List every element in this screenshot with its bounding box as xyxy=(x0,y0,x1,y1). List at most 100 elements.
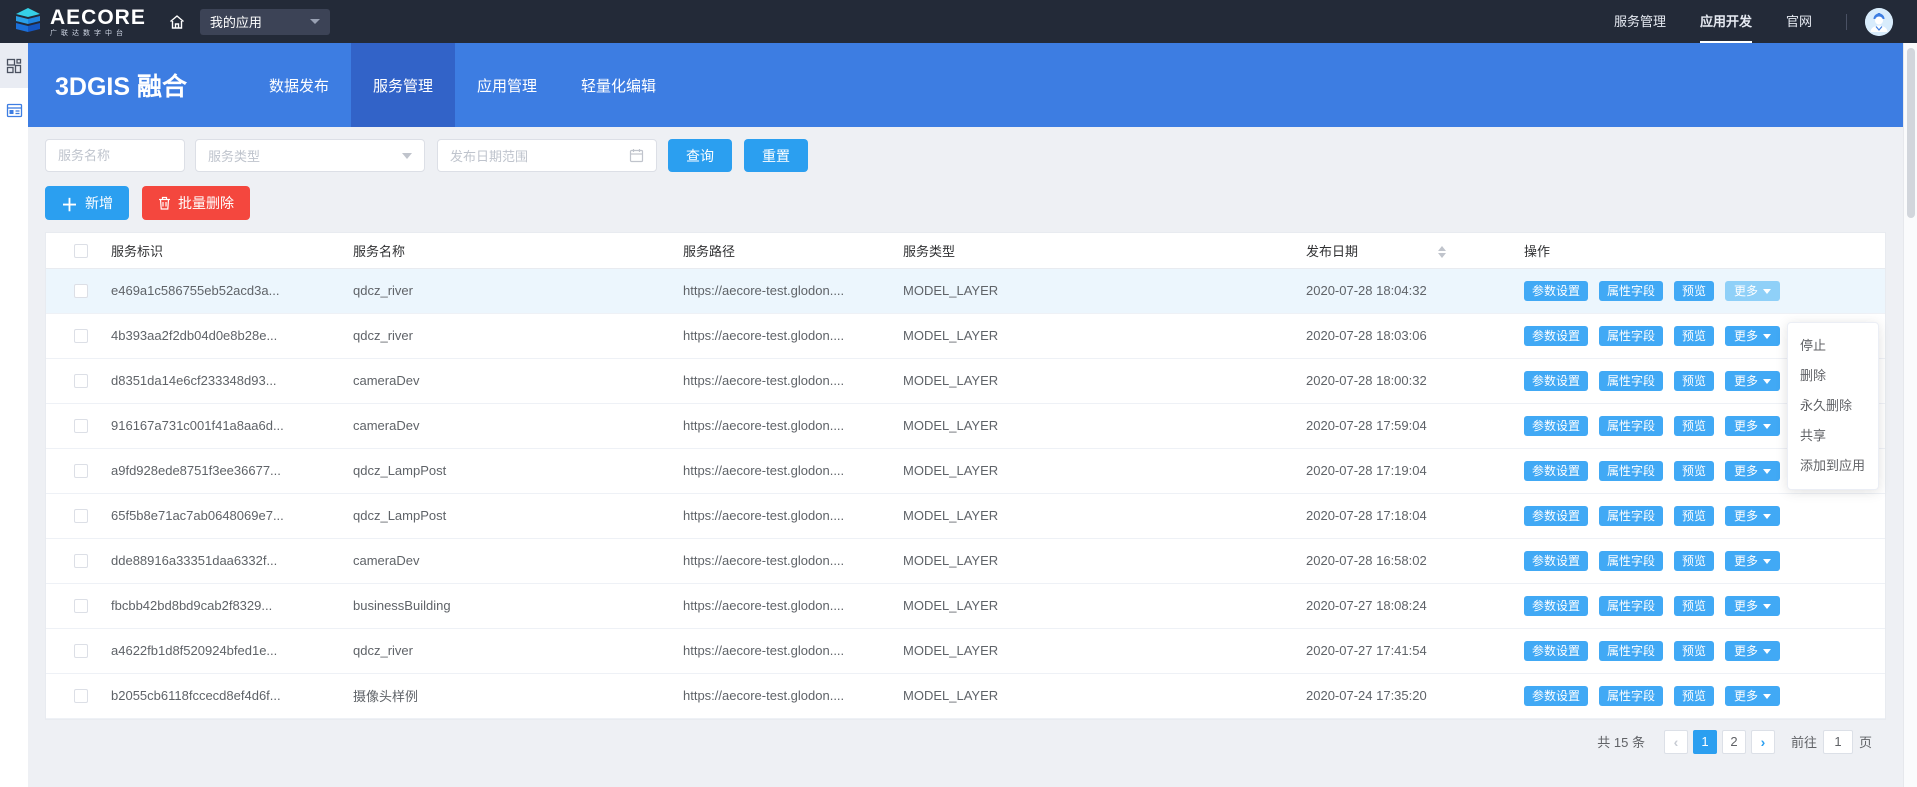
cell-operations: 参数设置属性字段预览更多 xyxy=(1524,538,1885,583)
row-checkbox-cell xyxy=(46,673,111,718)
action-button-2[interactable]: 预览 xyxy=(1674,686,1714,706)
pagination-prev-button[interactable]: ‹ xyxy=(1664,730,1688,754)
more-button[interactable]: 更多 xyxy=(1725,371,1780,391)
action-button-1[interactable]: 属性字段 xyxy=(1599,326,1663,346)
service-name-input[interactable] xyxy=(45,139,185,172)
more-button[interactable]: 更多 xyxy=(1725,686,1780,706)
cell-service-id: 4b393aa2f2db04d0e8b28e... xyxy=(111,313,353,358)
pagination-page-button[interactable]: 1 xyxy=(1693,730,1717,754)
action-button-0[interactable]: 参数设置 xyxy=(1524,686,1588,706)
topnav-item[interactable]: 服务管理 xyxy=(1614,0,1666,43)
row-checkbox[interactable] xyxy=(74,374,88,388)
action-button-2[interactable]: 预览 xyxy=(1674,506,1714,526)
filter-bar: 服务类型 发布日期范围 查询 重置 xyxy=(28,127,1903,172)
menu-item[interactable]: 添加到应用 xyxy=(1788,451,1878,481)
table-row: 4b393aa2f2db04d0e8b28e...qdcz_riverhttps… xyxy=(46,313,1885,358)
row-checkbox[interactable] xyxy=(74,689,88,703)
action-button-2[interactable]: 预览 xyxy=(1674,551,1714,571)
cell-service-id: a9fd928ede8751f3ee36677... xyxy=(111,448,353,493)
more-button[interactable]: 更多 xyxy=(1725,461,1780,481)
row-checkbox[interactable] xyxy=(74,284,88,298)
more-button[interactable]: 更多 xyxy=(1725,551,1780,571)
action-button-1[interactable]: 属性字段 xyxy=(1599,416,1663,436)
cell-operations: 参数设置属性字段预览更多 xyxy=(1524,268,1885,313)
row-checkbox[interactable] xyxy=(74,509,88,523)
home-icon[interactable] xyxy=(168,13,186,31)
header-checkbox[interactable] xyxy=(74,244,88,258)
row-checkbox[interactable] xyxy=(74,329,88,343)
header-tab[interactable]: 应用管理 xyxy=(455,43,559,127)
more-button[interactable]: 更多 xyxy=(1725,416,1780,436)
row-checkbox-cell xyxy=(46,313,111,358)
topbar: AECORE 广联达数字中台 我的应用 服务管理应用开发官网 xyxy=(0,0,1917,43)
menu-item[interactable]: 共享 xyxy=(1788,421,1878,451)
row-checkbox[interactable] xyxy=(74,419,88,433)
action-button-2[interactable]: 预览 xyxy=(1674,461,1714,481)
sidebar-item-app-window[interactable] xyxy=(0,88,28,133)
more-button[interactable]: 更多 xyxy=(1725,326,1780,346)
action-button-0[interactable]: 参数设置 xyxy=(1524,551,1588,571)
action-button-0[interactable]: 参数设置 xyxy=(1524,596,1588,616)
action-button-2[interactable]: 预览 xyxy=(1674,641,1714,661)
table-row: d8351da14e6cf233348d93...cameraDevhttps:… xyxy=(46,358,1885,403)
header-tab[interactable]: 轻量化编辑 xyxy=(559,43,678,127)
action-button-2[interactable]: 预览 xyxy=(1674,416,1714,436)
row-checkbox[interactable] xyxy=(74,599,88,613)
pagination-goto-input[interactable] xyxy=(1823,730,1853,754)
header-tab[interactable]: 服务管理 xyxy=(351,43,455,127)
batch-delete-button[interactable]: 批量删除 xyxy=(142,186,250,220)
header-tabs: 数据发布服务管理应用管理轻量化编辑 xyxy=(247,43,678,127)
pagination-page-button[interactable]: 2 xyxy=(1722,730,1746,754)
publish-date-range-input[interactable]: 发布日期范围 xyxy=(437,139,657,172)
row-checkbox[interactable] xyxy=(74,554,88,568)
action-button-0[interactable]: 参数设置 xyxy=(1524,416,1588,436)
add-button[interactable]: ＋ 新增 xyxy=(45,186,129,220)
row-checkbox[interactable] xyxy=(74,644,88,658)
action-button-0[interactable]: 参数设置 xyxy=(1524,461,1588,481)
search-button[interactable]: 查询 xyxy=(668,139,732,172)
more-caret-icon xyxy=(1763,604,1771,609)
top-nav: 服务管理应用开发官网 xyxy=(1614,0,1846,43)
app-select[interactable]: 我的应用 xyxy=(200,9,330,35)
user-avatar-icon[interactable] xyxy=(1865,8,1893,36)
action-button-1[interactable]: 属性字段 xyxy=(1599,461,1663,481)
action-button-1[interactable]: 属性字段 xyxy=(1599,371,1663,391)
sort-caret-icon[interactable] xyxy=(1438,246,1446,258)
cell-service-id: a4622fb1d8f520924bfed1e... xyxy=(111,628,353,673)
row-checkbox[interactable] xyxy=(74,464,88,478)
action-button-0[interactable]: 参数设置 xyxy=(1524,371,1588,391)
pagination-next-button[interactable]: › xyxy=(1751,730,1775,754)
action-button-2[interactable]: 预览 xyxy=(1674,596,1714,616)
action-button-1[interactable]: 属性字段 xyxy=(1599,686,1663,706)
more-button[interactable]: 更多 xyxy=(1725,281,1780,301)
topnav-item[interactable]: 应用开发 xyxy=(1700,0,1752,43)
more-button[interactable]: 更多 xyxy=(1725,506,1780,526)
more-button[interactable]: 更多 xyxy=(1725,641,1780,661)
scrollbar-thumb[interactable] xyxy=(1907,48,1915,218)
action-button-1[interactable]: 属性字段 xyxy=(1599,281,1663,301)
reset-button[interactable]: 重置 xyxy=(744,139,808,172)
topnav-item[interactable]: 官网 xyxy=(1786,0,1812,43)
service-type-select[interactable]: 服务类型 xyxy=(195,139,425,172)
cell-publish-date: 2020-07-28 18:03:06 xyxy=(1306,313,1524,358)
action-button-0[interactable]: 参数设置 xyxy=(1524,641,1588,661)
header-tab[interactable]: 数据发布 xyxy=(247,43,351,127)
menu-item[interactable]: 停止 xyxy=(1788,331,1878,361)
more-button[interactable]: 更多 xyxy=(1725,596,1780,616)
action-button-1[interactable]: 属性字段 xyxy=(1599,506,1663,526)
sidebar-item-dashboard[interactable] xyxy=(0,43,28,88)
action-button-2[interactable]: 预览 xyxy=(1674,371,1714,391)
action-button-0[interactable]: 参数设置 xyxy=(1524,326,1588,346)
brand-name: AECORE xyxy=(50,7,146,28)
action-button-0[interactable]: 参数设置 xyxy=(1524,506,1588,526)
action-button-2[interactable]: 预览 xyxy=(1674,326,1714,346)
menu-item[interactable]: 永久删除 xyxy=(1788,391,1878,421)
action-button-1[interactable]: 属性字段 xyxy=(1599,641,1663,661)
action-button-1[interactable]: 属性字段 xyxy=(1599,596,1663,616)
action-button-2[interactable]: 预览 xyxy=(1674,281,1714,301)
menu-item[interactable]: 删除 xyxy=(1788,361,1878,391)
action-button-1[interactable]: 属性字段 xyxy=(1599,551,1663,571)
cell-service-id: d8351da14e6cf233348d93... xyxy=(111,358,353,403)
sidebar xyxy=(0,43,28,787)
action-button-0[interactable]: 参数设置 xyxy=(1524,281,1588,301)
